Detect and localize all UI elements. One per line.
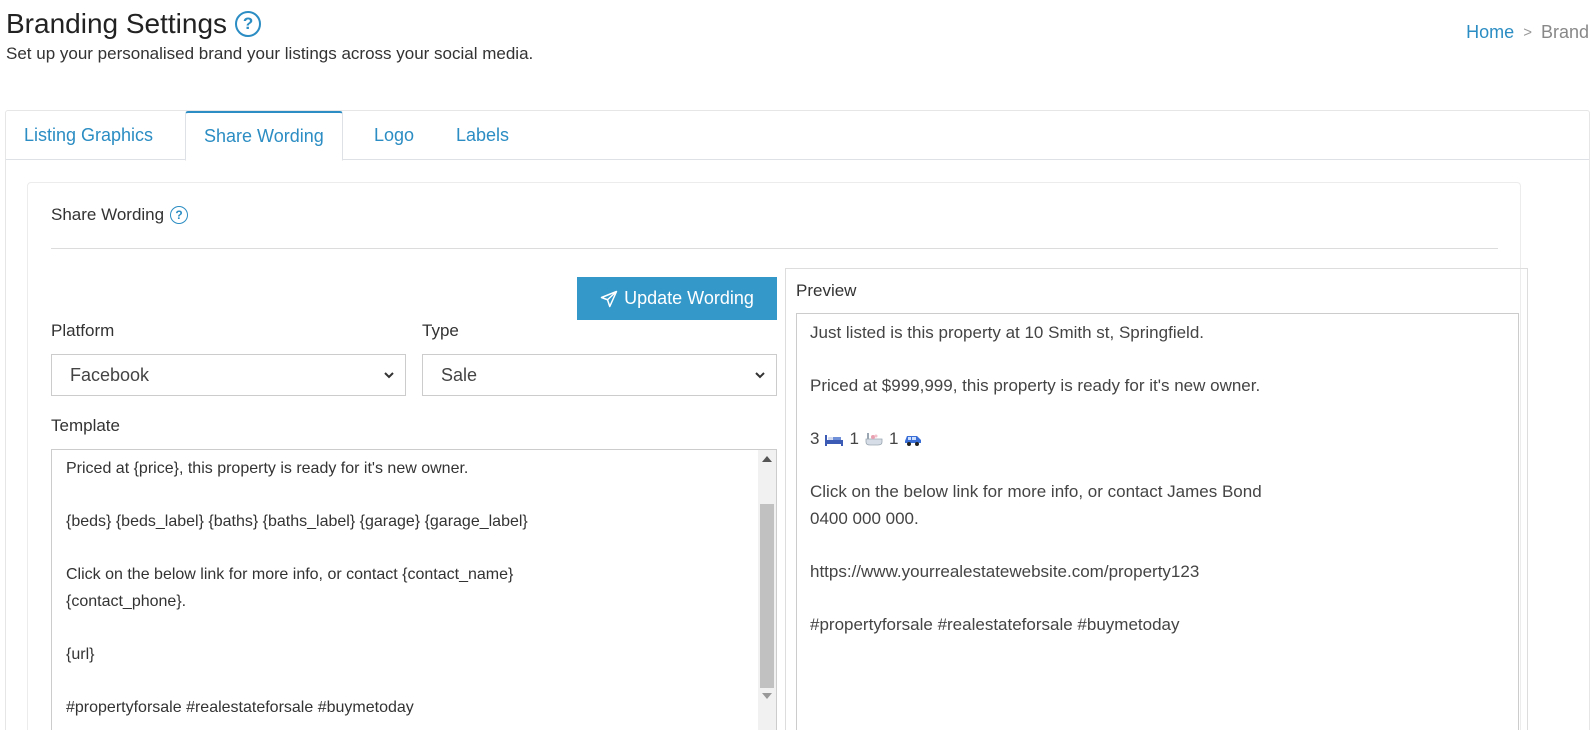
- chevron-down-icon: [755, 372, 765, 379]
- preview-panel: Preview Just listed is this property at …: [785, 268, 1528, 730]
- preview-amenities: 3 1 1: [810, 429, 923, 449]
- preview-textarea[interactable]: Just listed is this property at 10 Smith…: [796, 313, 1519, 730]
- bed-icon: [825, 435, 844, 446]
- platform-label: Platform: [51, 321, 115, 340]
- garage-count: 1: [888, 429, 899, 448]
- tab-bar: Listing Graphics Share Wording Logo Labe…: [6, 111, 1589, 161]
- type-value: Sale: [441, 364, 478, 385]
- breadcrumb-home[interactable]: Home: [1466, 22, 1514, 43]
- tab-labels[interactable]: Labels: [438, 111, 527, 160]
- help-icon[interactable]: ?: [235, 11, 262, 37]
- share-wording-panel: Share Wording ? Update Wording Platform …: [27, 182, 1528, 730]
- tab-share-wording[interactable]: Share Wording: [185, 111, 343, 161]
- template-label: Template: [51, 416, 120, 435]
- bath-icon: [865, 433, 883, 446]
- preview-title: Preview: [796, 281, 857, 300]
- page-subtitle: Set up your personalised brand your list…: [6, 44, 534, 63]
- branding-card: Listing Graphics Share Wording Logo Labe…: [5, 110, 1590, 730]
- section-title-text: Share Wording: [51, 205, 165, 224]
- page-title: Branding Settings ?: [6, 8, 262, 40]
- tab-logo[interactable]: Logo: [356, 111, 432, 160]
- car-icon: [905, 436, 922, 446]
- type-select[interactable]: Sale: [422, 354, 777, 396]
- platform-select[interactable]: Facebook: [51, 354, 406, 396]
- scroll-thumb[interactable]: [760, 504, 774, 688]
- update-wording-label: Update Wording: [624, 288, 754, 308]
- preview-line: https://www.yourrealestatewebsite.com/pr…: [810, 562, 1200, 581]
- section-title: Share Wording ?: [51, 205, 189, 225]
- update-wording-button[interactable]: Update Wording: [577, 277, 777, 320]
- platform-value: Facebook: [70, 364, 150, 385]
- baths-count: 1: [849, 429, 859, 448]
- paper-plane-icon: [600, 290, 618, 307]
- help-icon[interactable]: ?: [170, 206, 189, 224]
- breadcrumb: Home > Brand: [1466, 22, 1589, 43]
- template-textarea[interactable]: Priced at {price}, this property is read…: [51, 449, 777, 730]
- tab-listing-graphics[interactable]: Listing Graphics: [6, 111, 171, 160]
- divider: [51, 248, 1498, 249]
- type-label: Type: [422, 321, 459, 340]
- scroll-up-icon[interactable]: [762, 456, 772, 462]
- preview-line: Priced at $999,999, this property is rea…: [810, 376, 1261, 395]
- breadcrumb-separator: >: [1523, 24, 1532, 41]
- chevron-down-icon: [384, 372, 394, 379]
- page-title-text: Branding Settings: [6, 8, 228, 39]
- preview-line: #propertyforsale #realestateforsale #buy…: [810, 615, 1180, 634]
- template-scrollbar[interactable]: [758, 450, 776, 730]
- beds-count: 3: [810, 429, 820, 448]
- template-text: Priced at {price}, this property is read…: [66, 460, 528, 716]
- breadcrumb-current: Brand: [1540, 22, 1589, 42]
- preview-line: Click on the below link for more info, o…: [810, 482, 1262, 501]
- scroll-down-icon[interactable]: [762, 693, 772, 699]
- preview-line: Just listed is this property at 10 Smith…: [810, 323, 1205, 342]
- preview-line: 0400 000 000.: [810, 509, 919, 528]
